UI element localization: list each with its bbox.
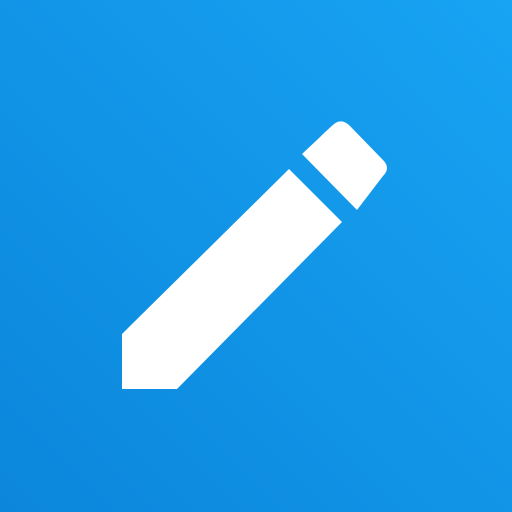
- app-icon-tile: [0, 0, 512, 512]
- pencil-body: [122, 169, 342, 389]
- pencil-icon: [122, 121, 387, 389]
